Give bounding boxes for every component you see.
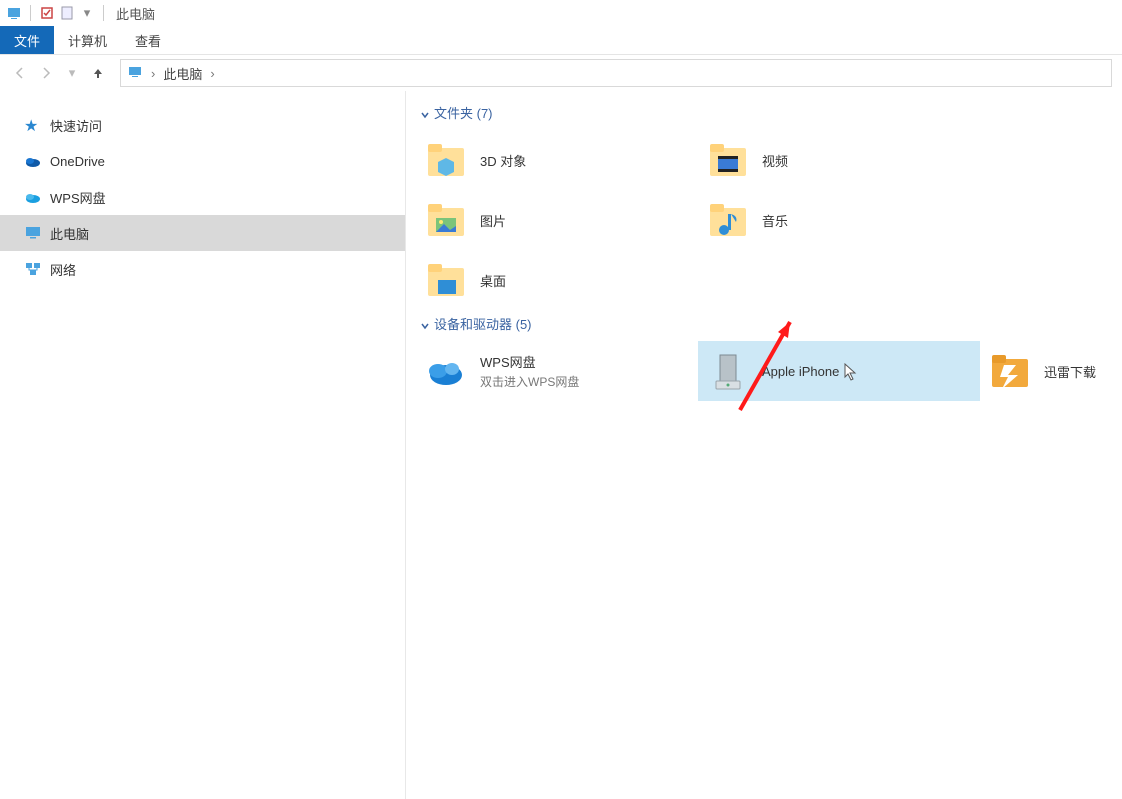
tab-computer[interactable]: 计算机 — [54, 26, 121, 54]
folder-videos[interactable]: 视频 — [698, 130, 980, 190]
wps-cloud-icon — [424, 349, 468, 393]
folder-pictures[interactable]: 图片 — [416, 190, 698, 250]
group-header-label: 文件夹 (7) — [434, 103, 493, 122]
cursor-icon — [844, 363, 858, 384]
thunder-folder-icon — [988, 349, 1032, 393]
device-thunder[interactable]: 迅雷下载 — [980, 341, 1110, 401]
address-bar[interactable]: › 此电脑 › — [120, 59, 1112, 87]
nav-sidebar: ★ 快速访问 OneDrive WPS网盘 此电脑 网络 — [0, 91, 406, 799]
nav-forward-button[interactable] — [36, 63, 56, 83]
folder-video-icon — [706, 138, 750, 182]
sidebar-item-onedrive[interactable]: OneDrive — [0, 143, 405, 179]
sidebar-item-this-pc[interactable]: 此电脑 — [0, 215, 405, 251]
item-label: 3D 对象 — [480, 151, 526, 170]
qat-doc-icon[interactable] — [59, 5, 75, 21]
folder-music-icon — [706, 198, 750, 242]
item-label: 迅雷下载 — [1044, 362, 1096, 381]
nav-back-button[interactable] — [10, 63, 30, 83]
nav-up-button[interactable] — [88, 63, 108, 83]
sidebar-item-network[interactable]: 网络 — [0, 251, 405, 287]
cloud-icon — [24, 188, 42, 206]
sidebar-item-quick-access[interactable]: ★ 快速访问 — [0, 107, 405, 143]
nav-bar: ▾ › 此电脑 › — [0, 55, 1122, 91]
group-header-folders[interactable]: 文件夹 (7) — [420, 103, 1122, 122]
breadcrumb-separator: › — [151, 66, 155, 81]
item-label: Apple iPhone — [762, 364, 839, 379]
folder-desktop[interactable]: 桌面 — [416, 250, 698, 310]
item-label: 音乐 — [762, 211, 788, 230]
separator — [103, 5, 104, 21]
sidebar-item-label: 快速访问 — [50, 116, 102, 135]
network-icon — [24, 260, 42, 278]
sidebar-item-label: 网络 — [50, 260, 76, 279]
app-icon — [6, 5, 22, 21]
folder-3d-icon — [424, 138, 468, 182]
devices-grid: WPS网盘 双击进入WPS网盘 Apple iPhone 迅雷下载 — [416, 341, 1122, 401]
breadcrumb-root[interactable]: 此电脑 — [163, 64, 202, 83]
item-label: 视频 — [762, 151, 788, 170]
folder-picture-icon — [424, 198, 468, 242]
drive-icon — [706, 349, 750, 393]
folder-3d-objects[interactable]: 3D 对象 — [416, 130, 698, 190]
sidebar-item-label: 此电脑 — [50, 224, 89, 243]
title-bar: ▾ 此电脑 — [0, 0, 1122, 26]
separator — [30, 5, 31, 21]
group-header-devices[interactable]: 设备和驱动器 (5) — [420, 314, 1122, 333]
qat-properties-icon[interactable] — [39, 5, 55, 21]
cloud-icon — [24, 152, 42, 170]
item-label: 图片 — [480, 211, 506, 230]
group-header-label: 设备和驱动器 (5) — [434, 314, 532, 333]
sidebar-item-label: WPS网盘 — [50, 188, 106, 207]
window-title: 此电脑 — [116, 4, 155, 23]
pc-icon — [24, 224, 42, 242]
nav-recent-dropdown[interactable]: ▾ — [62, 63, 82, 83]
pc-icon — [127, 64, 143, 83]
item-sublabel: 双击进入WPS网盘 — [480, 373, 579, 390]
folder-desktop-icon — [424, 258, 468, 302]
qat-dropdown-icon[interactable]: ▾ — [79, 5, 95, 21]
item-label: WPS网盘 — [480, 352, 579, 371]
chevron-down-icon — [420, 319, 430, 329]
sidebar-item-wps[interactable]: WPS网盘 — [0, 179, 405, 215]
item-label: 桌面 — [480, 271, 506, 290]
folders-grid: 3D 对象 视频 图片 音乐 — [416, 130, 1122, 310]
device-wps[interactable]: WPS网盘 双击进入WPS网盘 — [416, 341, 698, 401]
content-pane: 文件夹 (7) 3D 对象 视频 图片 — [406, 91, 1122, 799]
chevron-down-icon — [420, 108, 430, 118]
tab-file[interactable]: 文件 — [0, 26, 54, 54]
star-icon: ★ — [24, 116, 42, 134]
device-apple-iphone[interactable]: Apple iPhone — [698, 341, 980, 401]
breadcrumb-separator: › — [210, 66, 214, 81]
folder-music[interactable]: 音乐 — [698, 190, 980, 250]
tab-view[interactable]: 查看 — [121, 26, 175, 54]
sidebar-item-label: OneDrive — [50, 154, 105, 169]
ribbon-tabs: 文件 计算机 查看 — [0, 26, 1122, 55]
